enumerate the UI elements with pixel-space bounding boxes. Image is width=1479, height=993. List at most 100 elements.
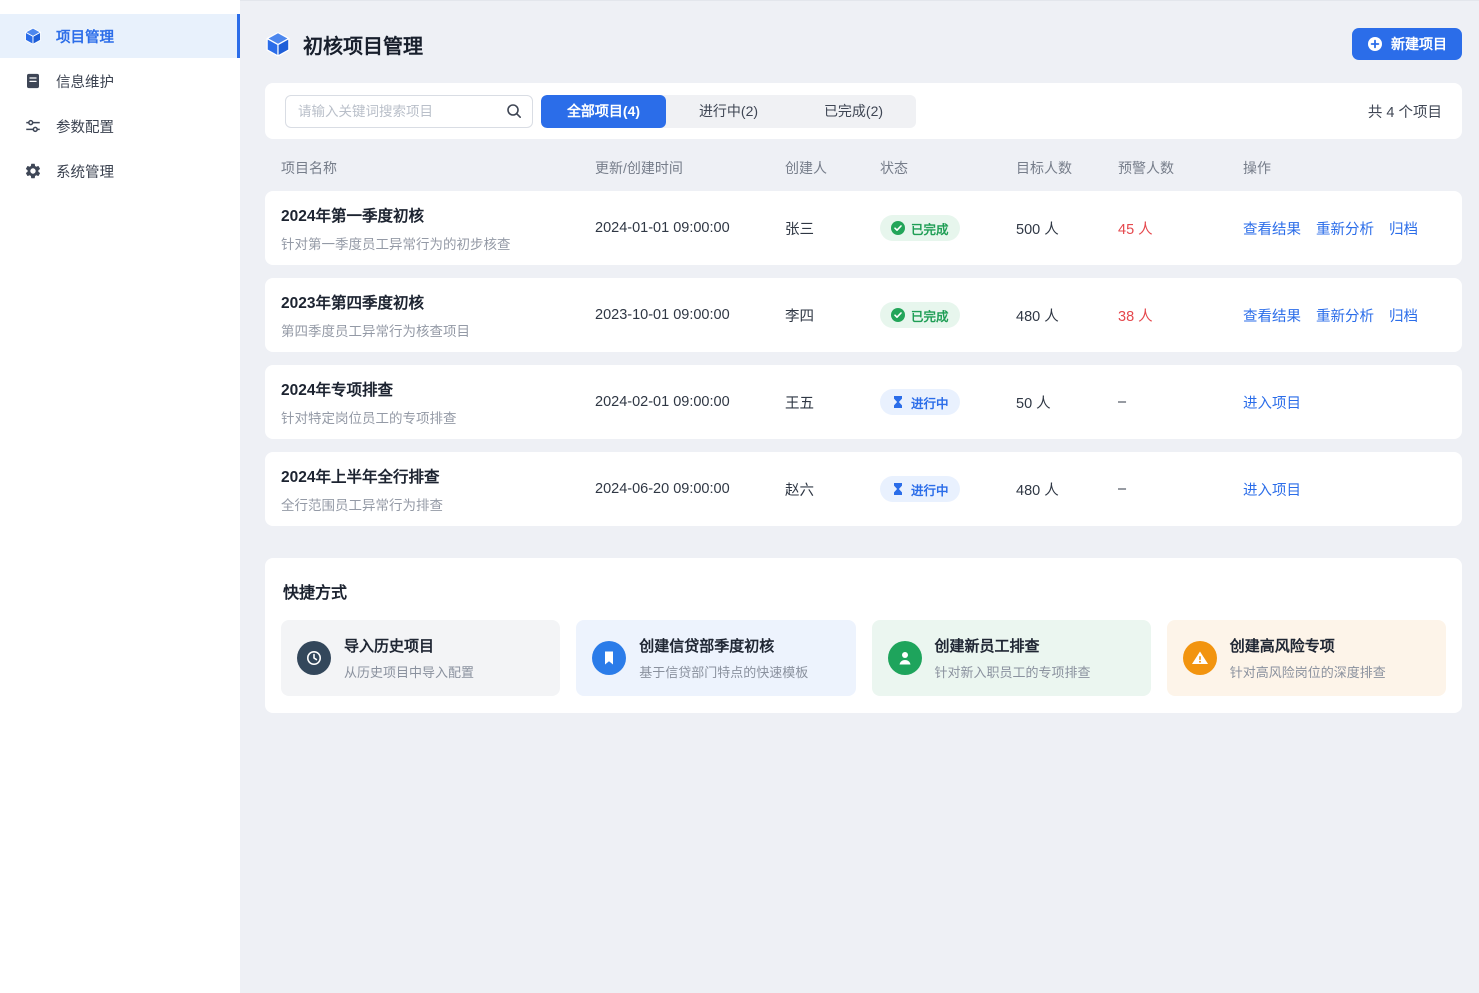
project-warning-count: – <box>1118 481 1243 497</box>
project-target-count: 500 人 <box>1016 218 1118 239</box>
project-warning-count: – <box>1118 394 1243 410</box>
project-status-cell: 已完成 <box>880 215 1016 241</box>
project-description: 针对第一季度员工异常行为的初步核查 <box>281 233 595 253</box>
shortcut-title: 创建新员工排查 <box>935 635 1091 656</box>
status-badge: 已完成 <box>880 215 960 241</box>
check-circle-icon <box>891 308 905 322</box>
project-time: 2024-06-20 09:00:00 <box>595 481 785 497</box>
status-badge: 进行中 <box>880 389 960 415</box>
project-target-count: 50 人 <box>1016 392 1118 413</box>
tab-3[interactable]: 已完成(2) <box>791 95 916 128</box>
project-time: 2023-10-01 09:00:00 <box>595 307 785 323</box>
table-column-header: 预警人数 <box>1118 158 1243 178</box>
project-status-cell: 已完成 <box>880 302 1016 328</box>
status-label: 已完成 <box>911 306 949 325</box>
gear-icon <box>24 162 42 180</box>
action-link[interactable]: 查看结果 <box>1243 305 1301 326</box>
project-title: 2024年第一季度初核 <box>281 204 595 226</box>
page-header: 初核项目管理 新建项目 <box>265 28 1462 60</box>
project-target-count: 480 人 <box>1016 305 1118 326</box>
cube-icon <box>24 27 42 45</box>
shortcut-title: 创建信贷部季度初核 <box>639 635 808 656</box>
status-label: 已完成 <box>911 219 949 238</box>
action-link[interactable]: 归档 <box>1389 305 1418 326</box>
action-link[interactable]: 进入项目 <box>1243 479 1301 500</box>
project-description: 第四季度员工异常行为核查项目 <box>281 320 595 340</box>
project-warning-count: 45 人 <box>1118 218 1243 239</box>
project-name-cell: 2024年上半年全行排查 全行范围员工异常行为排查 <box>281 465 595 514</box>
project-actions: 进入项目 <box>1243 392 1446 413</box>
cube-icon <box>265 31 291 57</box>
tab-1[interactable]: 全部项目(4) <box>541 95 666 128</box>
sidebar-item-label: 系统管理 <box>56 161 114 182</box>
project-description: 针对特定岗位员工的专项排查 <box>281 407 595 427</box>
project-title: 2023年第四季度初核 <box>281 291 595 313</box>
project-name-cell: 2024年专项排查 针对特定岗位员工的专项排查 <box>281 378 595 427</box>
person-icon <box>888 641 922 675</box>
hourglass-icon <box>891 482 905 496</box>
sidebar-item-label: 参数配置 <box>56 116 114 137</box>
table-header: 项目名称 更新/创建时间 创建人 状态 目标人数 预警人数 操作 <box>265 139 1462 191</box>
new-project-button[interactable]: 新建项目 <box>1352 28 1462 60</box>
search-box <box>285 95 533 128</box>
project-creator: 李四 <box>785 305 880 326</box>
shortcut-description: 从历史项目中导入配置 <box>344 662 474 681</box>
project-name-cell: 2024年第一季度初核 针对第一季度员工异常行为的初步核查 <box>281 204 595 253</box>
project-creator: 张三 <box>785 218 880 239</box>
table-column-header: 创建人 <box>785 158 880 178</box>
warning-triangle-icon <box>1183 641 1217 675</box>
project-creator: 赵六 <box>785 479 880 500</box>
table-column-header: 状态 <box>880 158 1016 178</box>
sliders-icon <box>24 117 42 135</box>
project-row: 2024年上半年全行排查 全行范围员工异常行为排查 2024-06-20 09:… <box>265 452 1462 526</box>
sidebar-item-2[interactable]: 信息维护 <box>0 59 240 103</box>
shortcut-description: 针对新入职员工的专项排查 <box>935 662 1091 681</box>
project-row: 2024年专项排查 针对特定岗位员工的专项排查 2024-02-01 09:00… <box>265 365 1462 439</box>
project-status-cell: 进行中 <box>880 389 1016 415</box>
action-link[interactable]: 归档 <box>1389 218 1418 239</box>
shortcut-card[interactable]: 创建新员工排查 针对新入职员工的专项排查 <box>872 620 1151 696</box>
project-status-cell: 进行中 <box>880 476 1016 502</box>
project-time: 2024-01-01 09:00:00 <box>595 220 785 236</box>
action-link[interactable]: 进入项目 <box>1243 392 1301 413</box>
hourglass-icon <box>891 395 905 409</box>
shortcut-title: 创建高风险专项 <box>1230 635 1386 656</box>
check-circle-icon <box>891 221 905 235</box>
project-title: 2024年专项排查 <box>281 378 595 400</box>
tab-2[interactable]: 进行中(2) <box>666 95 791 128</box>
shortcut-description: 针对高风险岗位的深度排查 <box>1230 662 1386 681</box>
table-column-header: 更新/创建时间 <box>595 158 785 178</box>
action-link[interactable]: 重新分析 <box>1316 305 1374 326</box>
search-input[interactable] <box>285 95 533 128</box>
sidebar-item-3[interactable]: 参数配置 <box>0 104 240 148</box>
action-link[interactable]: 查看结果 <box>1243 218 1301 239</box>
status-badge: 进行中 <box>880 476 960 502</box>
sidebar-item-4[interactable]: 系统管理 <box>0 149 240 193</box>
filter-bar: 全部项目(4) 进行中(2) 已完成(2) 共 4 个项目 <box>265 83 1462 139</box>
sidebar-item-1[interactable]: 项目管理 <box>0 14 240 58</box>
shortcut-card[interactable]: 创建信贷部季度初核 基于信贷部门特点的快速模板 <box>576 620 855 696</box>
project-list: 2024年第一季度初核 针对第一季度员工异常行为的初步核查 2024-01-01… <box>265 191 1462 526</box>
project-creator: 王五 <box>785 392 880 413</box>
shortcut-card[interactable]: 创建高风险专项 针对高风险岗位的深度排查 <box>1167 620 1446 696</box>
bookmark-icon <box>592 641 626 675</box>
shortcut-card[interactable]: 导入历史项目 从历史项目中导入配置 <box>281 620 560 696</box>
page-title: 初核项目管理 <box>303 30 423 59</box>
project-actions: 进入项目 <box>1243 479 1446 500</box>
shortcut-description: 基于信贷部门特点的快速模板 <box>639 662 808 681</box>
action-link[interactable]: 重新分析 <box>1316 218 1374 239</box>
project-name-cell: 2023年第四季度初核 第四季度员工异常行为核查项目 <box>281 291 595 340</box>
shortcut-title: 导入历史项目 <box>344 635 474 656</box>
status-label: 进行中 <box>911 480 949 499</box>
plus-circle-icon <box>1367 36 1383 52</box>
total-count: 共 4 个项目 <box>1368 101 1442 122</box>
sidebar-item-label: 项目管理 <box>56 26 114 47</box>
project-row: 2024年第一季度初核 针对第一季度员工异常行为的初步核查 2024-01-01… <box>265 191 1462 265</box>
search-icon[interactable] <box>505 102 523 120</box>
tab-group: 全部项目(4) 进行中(2) 已完成(2) <box>541 95 916 128</box>
project-warning-count: 38 人 <box>1118 305 1243 326</box>
document-icon <box>24 72 42 90</box>
new-project-label: 新建项目 <box>1391 34 1447 54</box>
project-actions: 查看结果 重新分析 归档 <box>1243 218 1446 239</box>
history-clock-icon <box>297 641 331 675</box>
